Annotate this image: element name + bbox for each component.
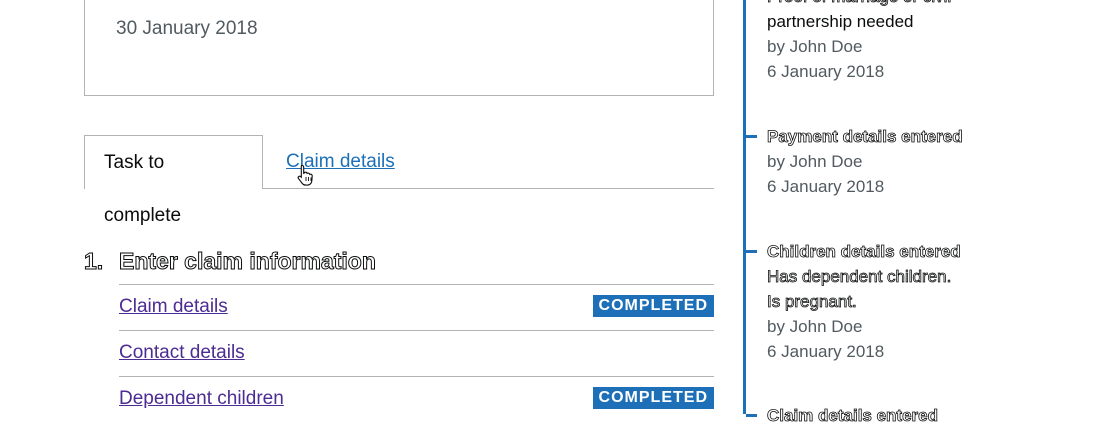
timeline-entry-title: Proof of marriage or civil (767, 0, 952, 9)
timeline-entry-author: by John Doe (767, 317, 863, 336)
status-badge: COMPLETED (592, 295, 714, 317)
task-link-contact-details[interactable]: Contact details (119, 342, 245, 364)
timeline-entry-date: 6 January 2018 (767, 177, 885, 196)
status-badge: COMPLETED (592, 387, 714, 409)
timeline-entry-title: Payment details entered (767, 127, 963, 147)
timeline-entry-author: by John Doe (767, 152, 863, 171)
timeline-entry-note: Is pregnant. (767, 292, 858, 312)
task-item-contact-details: Contact details (119, 330, 714, 376)
timeline-entry-date: 6 January 2018 (767, 62, 885, 81)
task-list: Claim details COMPLETED Contact details … (119, 284, 714, 422)
summary-card: 30 January 2018 (84, 0, 714, 96)
timeline-tick (746, 250, 757, 253)
task-section-number: 1. (84, 248, 104, 275)
task-link-dependent-children[interactable]: Dependent children (119, 388, 284, 410)
timeline-entry-author: by John Doe (767, 37, 863, 56)
timeline-tick (746, 135, 757, 138)
task-link-claim-details[interactable]: Claim details (119, 296, 228, 318)
hand-pointer-icon (297, 164, 313, 186)
task-item-claim-details: Claim details COMPLETED (119, 284, 714, 330)
timeline-entry-date: 6 January 2018 (767, 342, 885, 361)
task-item-dependent-children: Dependent children COMPLETED (119, 376, 714, 422)
timeline-entry-note: Has dependent children. (767, 267, 952, 287)
timeline-entry-title: partnership needed (767, 12, 914, 31)
summary-date: 30 January 2018 (116, 18, 258, 39)
tab-bar: Task to complete Claim details (84, 135, 714, 226)
tab-task-to-complete[interactable]: Task to complete (84, 135, 263, 226)
tab-claim-details[interactable]: Claim details (267, 135, 414, 188)
timeline-tick (746, 414, 757, 417)
timeline-entry-title: Claim details entered (767, 406, 939, 426)
task-section-title: Enter claim information (119, 248, 377, 275)
task-section-heading: 1. Enter claim information (84, 248, 377, 275)
timeline-entry-title: Children details entered (767, 242, 961, 262)
timeline-rail (743, 0, 746, 414)
